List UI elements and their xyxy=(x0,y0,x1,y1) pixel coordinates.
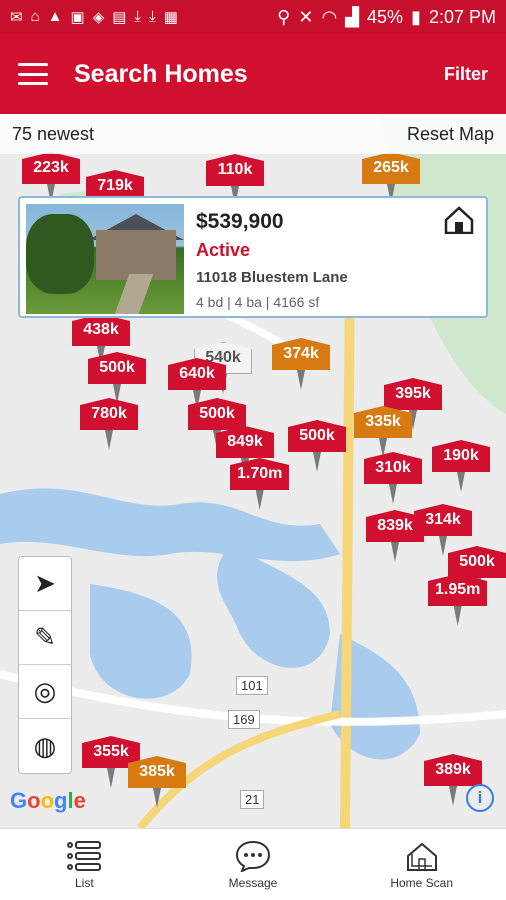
listing-photo[interactable] xyxy=(26,204,184,314)
nav-list-label: List xyxy=(74,875,94,890)
clock: 2:07 PM xyxy=(428,6,496,27)
bottom-navigation: List Message Home Scan xyxy=(0,828,506,900)
price-pin[interactable]: 780k xyxy=(80,398,138,450)
battery-text: 45% xyxy=(367,6,404,27)
menu-icon[interactable] xyxy=(18,63,48,85)
listing-address: 11018 Bluestem Lane xyxy=(196,269,348,286)
list-icon xyxy=(64,840,104,872)
road-label: 21 xyxy=(240,790,265,809)
calendar-icon: ▦ xyxy=(163,9,178,26)
map-toolbar: 75 newest Reset Map xyxy=(0,114,506,154)
reset-map-button[interactable]: Reset Map xyxy=(407,124,494,145)
listing-price: $539,900 xyxy=(196,210,284,233)
download-icon: ⤓ xyxy=(134,8,142,25)
road-view-icon[interactable]: ◎ xyxy=(19,665,71,719)
listing-status: Active xyxy=(196,240,251,260)
app-bar: Search Homes Filter xyxy=(0,34,506,114)
photo-icon: ▣ xyxy=(70,9,85,26)
nav-home-scan[interactable]: Home Scan xyxy=(337,829,506,900)
home-scan-icon xyxy=(402,840,442,872)
price-pin[interactable]: 500k xyxy=(88,352,146,404)
nav-message[interactable]: Message xyxy=(169,829,338,900)
filter-button[interactable]: Filter xyxy=(444,64,488,85)
download-icon: ⤓ xyxy=(149,8,156,25)
price-pin[interactable]: 1.70m xyxy=(230,458,290,510)
battery-icon: ▮ xyxy=(411,6,421,27)
draw-icon[interactable]: ✎ xyxy=(19,611,71,665)
status-bar: ✉ ⌂ ▲ ▣ ◈ ▤ ⤓ ⤓ ▦ ⚲ ✕ ◠ ▟ 45% ▮ 2:07 PM xyxy=(0,0,506,34)
price-pin[interactable]: 1.95m xyxy=(428,574,488,626)
mute-icon: ✕ xyxy=(298,6,314,27)
notification-icons: ✉ ⌂ ▲ ▣ ◈ ▤ ⤓ ⤓ ▦ xyxy=(10,8,178,26)
house-icon[interactable] xyxy=(444,206,474,234)
price-pin[interactable]: 310k xyxy=(364,452,422,504)
globe-icon[interactable]: ◍ xyxy=(19,719,71,773)
price-pin[interactable]: 335k xyxy=(354,406,412,458)
price-pin[interactable]: 385k xyxy=(128,756,186,808)
map-tools: ➤ ✎ ◎ ◍ xyxy=(18,556,72,774)
home-icon: ⌂ xyxy=(30,8,40,25)
messenger-icon: ✉ xyxy=(10,9,23,26)
price-pin[interactable]: 190k xyxy=(432,440,490,492)
listing-specs: 4 bd | 4 ba | 4166 sf xyxy=(196,294,320,310)
signal-icon: ▟ xyxy=(345,6,360,27)
location-icon: ⚲ xyxy=(277,6,291,27)
price-pin[interactable]: 500k xyxy=(288,420,346,472)
wifi-icon: ◠ xyxy=(321,6,338,27)
warning-icon: ▲ xyxy=(47,8,63,25)
dropbox-icon: ◈ xyxy=(92,9,105,26)
road-label: 101 xyxy=(236,676,268,695)
message-icon xyxy=(233,840,273,872)
listing-popup[interactable]: $539,900 Active 11018 Bluestem Lane 4 bd… xyxy=(18,196,488,318)
google-logo: Google xyxy=(10,788,86,813)
my-location-icon[interactable]: ➤ xyxy=(19,557,71,611)
results-count: 75 newest xyxy=(12,123,95,144)
road-label: 169 xyxy=(228,710,260,729)
image-icon: ▤ xyxy=(112,9,127,26)
nav-list[interactable]: List xyxy=(0,829,169,900)
page-title: Search Homes xyxy=(74,59,248,88)
info-icon[interactable]: i xyxy=(466,784,494,812)
nav-home-scan-label: Home Scan xyxy=(390,875,454,890)
nav-message-label: Message xyxy=(228,875,278,890)
price-pin[interactable]: 374k xyxy=(272,338,330,390)
